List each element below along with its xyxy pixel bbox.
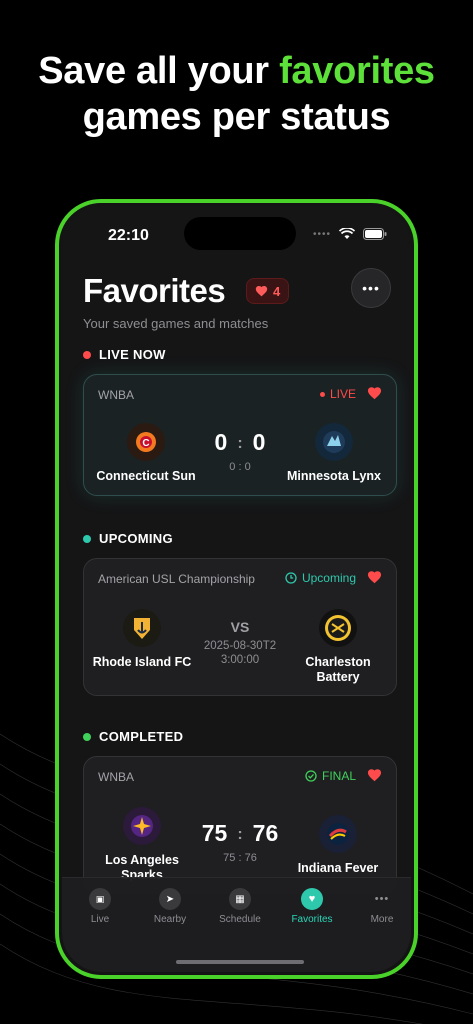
indiana-fever-logo-icon (319, 815, 357, 853)
tab-favorites-label: Favorites (291, 914, 333, 925)
live-game-card[interactable]: WNBA LIVE C Connecticut Sun 0:0 0 : 0 Mi… (83, 374, 397, 496)
score-separator: : (237, 826, 243, 843)
section-completed-label: COMPLETED (83, 729, 183, 744)
card-league: American USL Championship (98, 572, 255, 586)
status-icons: •••• (313, 228, 387, 240)
section-live-title: LIVE NOW (99, 347, 166, 362)
app-screen: 22:10 •••• Favorites 4 ••• Your saved ga… (62, 206, 411, 972)
upcoming-dot-icon (83, 534, 91, 543)
more-options-button[interactable]: ••• (351, 268, 391, 308)
home-score: 0 (214, 429, 228, 455)
card-league: WNBA (98, 388, 134, 402)
tab-more-label: More (370, 914, 394, 925)
check-circle-icon (305, 770, 317, 782)
home-indicator (176, 960, 304, 964)
signal-dots-icon: •••• (312, 228, 331, 240)
upcoming-game-card[interactable]: American USL Championship Upcoming Rhode… (83, 558, 397, 696)
live-indicator-icon (319, 391, 325, 397)
upcoming-status: Upcoming (285, 571, 356, 585)
away-team-name: Indiana Fever (297, 861, 379, 875)
live-icon: ▣ (89, 888, 111, 910)
heart-icon (255, 285, 268, 297)
headline-line2: games per status (82, 96, 391, 138)
section-completed-title: COMPLETED (99, 729, 184, 744)
tab-more[interactable]: ••• More (352, 888, 411, 925)
page-title: Favorites (83, 272, 226, 309)
card-league: WNBA (98, 770, 134, 784)
favorite-heart-icon[interactable] (367, 386, 382, 400)
away-team-name: Minnesota Lynx (287, 469, 381, 483)
home-score: 75 (201, 820, 228, 846)
tab-live-label: Live (90, 914, 110, 925)
ellipsis-icon: ••• (362, 280, 380, 296)
away-team: Minnesota Lynx (279, 423, 389, 484)
dynamic-island (184, 217, 296, 250)
completed-dot-icon (83, 732, 91, 741)
section-live-label: LIVE NOW (83, 347, 166, 362)
clock-icon (285, 572, 297, 584)
headline-accent: favorites (279, 50, 435, 92)
tab-nearby-label: Nearby (153, 914, 187, 925)
live-status: LIVE (319, 387, 356, 401)
headline-prefix: Save all your (38, 50, 280, 92)
away-score: 76 (252, 820, 279, 846)
phone-frame: 22:10 •••• Favorites 4 ••• Your saved ga… (55, 199, 418, 979)
completed-game-card[interactable]: WNBA FINAL Los Angeles Sparks 75:76 75 :… (83, 756, 397, 894)
section-upcoming-label: UPCOMING (83, 531, 173, 546)
live-dot-icon (83, 350, 91, 359)
battery-icon (363, 228, 387, 240)
final-status: FINAL (305, 769, 356, 783)
favorite-heart-icon[interactable] (367, 570, 382, 584)
heart-icon: ♥ (301, 888, 323, 910)
more-icon: ••• (374, 893, 390, 905)
calendar-icon: ▦ (229, 888, 251, 910)
section-upcoming-title: UPCOMING (99, 531, 173, 546)
away-team-name: Charleston Battery (305, 655, 371, 684)
header: Favorites 4 ••• (83, 268, 391, 318)
away-team: Charleston Battery (283, 609, 393, 685)
tab-schedule[interactable]: ▦ Schedule (210, 888, 270, 925)
status-time: 22:10 (108, 227, 149, 244)
favorites-count-badge: 4 (246, 278, 290, 304)
tab-favorites[interactable]: ♥ Favorites (282, 888, 342, 925)
minnesota-lynx-logo-icon (315, 423, 353, 461)
page-subtitle: Your saved games and matches (83, 316, 269, 331)
status-bar: 22:10 •••• (62, 206, 411, 256)
location-icon: ➤ (159, 888, 181, 910)
away-team: Indiana Fever (283, 815, 393, 876)
tab-bar: ▣ Live ➤ Nearby ▦ Schedule ♥ Favorites •… (62, 877, 411, 972)
status-text: LIVE (329, 387, 356, 401)
status-text: Upcoming (301, 571, 356, 585)
badge-count: 4 (273, 283, 281, 299)
status-text: FINAL (321, 769, 356, 783)
charleston-battery-logo-icon (319, 609, 357, 647)
favorite-heart-icon[interactable] (367, 768, 382, 782)
promo-headline: Save all your favorites games per status (0, 48, 473, 140)
away-score: 0 (252, 429, 266, 455)
tab-live[interactable]: ▣ Live (70, 888, 130, 925)
tab-nearby[interactable]: ➤ Nearby (140, 888, 200, 925)
score-separator: : (237, 435, 243, 452)
wifi-icon (339, 228, 355, 239)
tab-schedule-label: Schedule (219, 914, 261, 925)
